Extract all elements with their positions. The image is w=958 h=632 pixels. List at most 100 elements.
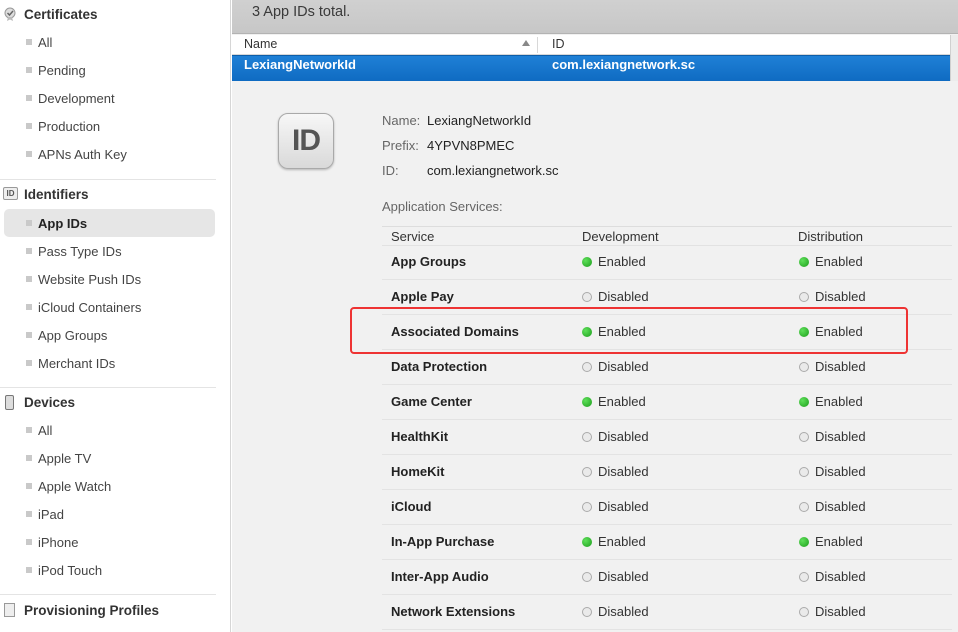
prefix-value: 4YPVN8PMEC <box>427 138 515 153</box>
section-title-provisioning-profiles: Provisioning Profiles <box>24 602 160 618</box>
development-status: Disabled <box>582 569 649 584</box>
disabled-dot-icon <box>799 431 809 442</box>
status-text: Disabled <box>598 604 649 619</box>
sidebar-item-label: iPod Touch <box>38 562 103 578</box>
device-icon <box>5 395 14 410</box>
status-text: Disabled <box>815 604 866 619</box>
distribution-status: Disabled <box>799 429 866 444</box>
distribution-status: Disabled <box>799 359 866 374</box>
service-row: App Groups Enabled Enabled <box>382 245 952 280</box>
services-table-header: Service Development Distribution <box>382 226 952 246</box>
services-column-distribution: Distribution <box>798 229 864 244</box>
id-label: ID: <box>382 163 399 178</box>
table-row-selected[interactable]: LexiangNetworkId com.lexiangnetwork.sc <box>232 55 950 81</box>
service-row: HomeKit Disabled Disabled <box>382 455 952 490</box>
sidebar-item-iphone[interactable]: iPhone <box>4 528 215 556</box>
sidebar-item-apple-tv[interactable]: Apple TV <box>4 444 215 472</box>
enabled-dot-icon <box>582 536 592 547</box>
disabled-dot-icon <box>582 466 592 477</box>
development-status: Disabled <box>582 499 649 514</box>
status-text: Disabled <box>815 359 866 374</box>
total-bar: 3 App IDs total. <box>232 0 958 34</box>
service-row: HealthKit Disabled Disabled <box>382 420 952 455</box>
sidebar-item-ipod-touch[interactable]: iPod Touch <box>4 556 215 584</box>
enabled-dot-icon <box>799 256 809 267</box>
status-text: Enabled <box>815 534 863 549</box>
sidebar-item-pending[interactable]: Pending <box>4 56 215 84</box>
distribution-status: Disabled <box>799 499 866 514</box>
service-row: Network Extensions Disabled Disabled <box>382 595 952 630</box>
development-status: Disabled <box>582 604 649 619</box>
scrollbar[interactable] <box>950 35 958 81</box>
development-status: Disabled <box>582 289 649 304</box>
services-column-development: Development <box>582 229 659 244</box>
disabled-dot-icon <box>582 501 592 512</box>
services-column-service: Service <box>391 229 435 244</box>
sidebar-item-label: Pending <box>38 62 86 78</box>
status-text: Enabled <box>598 394 646 409</box>
section-certificates[interactable]: Certificates <box>0 0 230 28</box>
sidebar-item-apple-watch[interactable]: Apple Watch <box>4 472 215 500</box>
development-status: Enabled <box>582 394 646 409</box>
sort-ascending-icon[interactable] <box>522 40 530 46</box>
document-icon <box>4 603 15 617</box>
divider <box>0 594 216 595</box>
sidebar-item-website-push-ids[interactable]: Website Push IDs <box>4 265 215 293</box>
sidebar-item-label: Production <box>38 118 101 134</box>
status-text: Enabled <box>815 394 863 409</box>
development-status: Disabled <box>582 359 649 374</box>
id-value: com.lexiangnetwork.sc <box>427 163 559 178</box>
detail-name: Name: LexiangNetworkId <box>382 113 531 128</box>
sidebar-item-label: iCloud Containers <box>38 299 142 315</box>
service-row: Game Center Enabled Enabled <box>382 385 952 420</box>
service-name: App Groups <box>391 254 467 269</box>
section-provisioning-profiles[interactable]: Provisioning Profiles <box>0 596 230 624</box>
sidebar-item-icloud-containers[interactable]: iCloud Containers <box>4 293 215 321</box>
sidebar-item-label: Development <box>38 90 115 106</box>
sidebar-item-certificates-all[interactable]: All <box>4 28 215 56</box>
sidebar-item-apns-auth-key[interactable]: APNs Auth Key <box>4 140 215 168</box>
sidebar-item-production[interactable]: Production <box>4 112 215 140</box>
sidebar-item-pass-type-ids[interactable]: Pass Type IDs <box>4 237 215 265</box>
development-status: Enabled <box>582 534 646 549</box>
service-name: HealthKit <box>391 429 449 444</box>
section-identifiers[interactable]: ID Identifiers <box>0 180 230 208</box>
distribution-status: Disabled <box>799 289 866 304</box>
sidebar-item-label: APNs Auth Key <box>38 146 127 162</box>
service-name: Data Protection <box>391 359 488 374</box>
distribution-status: Enabled <box>799 394 863 409</box>
sidebar-item-development[interactable]: Development <box>4 84 215 112</box>
status-text: Disabled <box>598 429 649 444</box>
development-status: Disabled <box>582 429 649 444</box>
status-text: Disabled <box>815 464 866 479</box>
detail-id: ID: com.lexiangnetwork.sc <box>382 163 559 178</box>
sidebar-item-merchant-ids[interactable]: Merchant IDs <box>4 349 215 377</box>
sidebar-item-app-ids[interactable]: App IDs <box>4 209 215 237</box>
certificate-icon <box>4 7 16 21</box>
section-devices[interactable]: Devices <box>0 388 230 416</box>
column-separator <box>537 37 538 53</box>
development-status: Disabled <box>582 464 649 479</box>
section-title-devices: Devices <box>24 394 76 410</box>
sidebar-item-label: App IDs <box>38 215 88 231</box>
disabled-dot-icon <box>582 291 592 302</box>
sidebar-item-label: All <box>38 422 53 438</box>
row-name: LexiangNetworkId <box>244 57 356 72</box>
status-text: Disabled <box>598 569 649 584</box>
sidebar-item-devices-all[interactable]: All <box>4 416 215 444</box>
sidebar-item-app-groups[interactable]: App Groups <box>4 321 215 349</box>
status-text: Enabled <box>815 254 863 269</box>
column-header-id[interactable]: ID <box>552 37 565 51</box>
distribution-status: Enabled <box>799 254 863 269</box>
sidebar-item-label: Apple TV <box>38 450 92 466</box>
service-name: iCloud <box>391 499 432 514</box>
sidebar-item-label: App Groups <box>38 327 108 343</box>
column-header-name[interactable]: Name <box>244 37 277 51</box>
sidebar-item-ipad[interactable]: iPad <box>4 500 215 528</box>
service-name: Game Center <box>391 394 472 409</box>
sidebar-item-label: Apple Watch <box>38 478 112 494</box>
distribution-status: Disabled <box>799 569 866 584</box>
services-section-label: Application Services: <box>382 199 503 214</box>
total-count-text: 3 App IDs total. <box>252 4 351 20</box>
status-text: Enabled <box>598 254 646 269</box>
